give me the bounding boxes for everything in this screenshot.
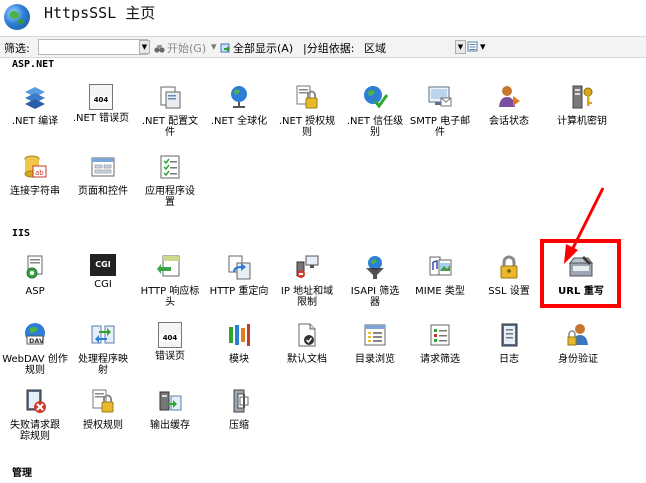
feature-logging[interactable]: 日志 xyxy=(474,322,544,365)
filter-dropdown-button[interactable]: ▼ xyxy=(139,40,150,54)
page-title: HttpsSSL 主页 xyxy=(44,4,156,22)
feature-webdav-authoring[interactable]: DAV WebDAV 创作 规则 xyxy=(0,322,70,376)
mime-types-icon xyxy=(429,256,452,276)
profile-doc-icon xyxy=(160,86,181,109)
session-user-icon xyxy=(499,86,520,107)
feature-mime-types[interactable]: MIME 类型 xyxy=(405,254,475,297)
filter-toolbar: 筛选: ▼ 开始(G) ▾ 全部显示(A) |分组依据: 区域 ▼ ▾ xyxy=(0,36,646,58)
view-icon xyxy=(467,41,478,52)
svg-text:DAV: DAV xyxy=(29,337,44,345)
filter-label: 筛选: xyxy=(4,42,30,55)
machine-key-icon xyxy=(572,85,593,109)
compilation-icon xyxy=(25,87,45,109)
ip-restrictions-icon xyxy=(296,255,319,278)
feature-net-authorization[interactable]: .NET 授权规 则 xyxy=(272,84,342,138)
feature-ip-domain-restrictions[interactable]: IP 地址和域 限制 xyxy=(272,254,342,308)
cgi-icon: CGI xyxy=(90,254,116,276)
start-filter-button[interactable]: 开始(G) xyxy=(154,40,206,56)
feature-ssl-settings[interactable]: SSL 设置 xyxy=(474,254,544,297)
logging-icon xyxy=(501,323,518,347)
connection-strings-icon: ab xyxy=(24,155,47,178)
webdav-icon: DAV xyxy=(25,323,45,345)
feature-pages-controls[interactable]: 页面和控件 xyxy=(68,154,138,197)
svg-text:ab: ab xyxy=(35,169,44,177)
auth-rules-icon xyxy=(92,389,114,413)
feature-failed-request-tracing[interactable]: 失败请求跟 踪规则 xyxy=(0,388,70,442)
group-by-label: |分组依据: xyxy=(303,42,355,55)
feature-net-profile[interactable]: .NET 配置文 件 xyxy=(135,84,205,138)
feature-connection-strings[interactable]: ab 连接字符串 xyxy=(0,154,70,197)
modules-icon xyxy=(229,324,250,346)
feature-net-globalization[interactable]: .NET 全球化 xyxy=(204,84,274,127)
group-by-dropdown-button[interactable]: ▼ xyxy=(455,40,466,54)
ssl-lock-icon xyxy=(500,255,518,279)
asp-icon xyxy=(26,255,43,279)
show-all-button[interactable]: 全部显示(A) xyxy=(220,40,293,56)
show-all-icon xyxy=(220,43,230,53)
failed-request-icon xyxy=(26,389,46,413)
feature-asp[interactable]: ASP xyxy=(0,254,70,297)
feature-machine-key[interactable]: 计算机密钥 xyxy=(547,84,617,127)
trust-globe-icon xyxy=(364,86,389,109)
feature-authentication[interactable]: 身份验证 xyxy=(543,322,613,365)
feature-app-settings[interactable]: 应用程序设 置 xyxy=(135,154,205,208)
response-headers-icon xyxy=(157,255,180,277)
section-aspnet-heading: ASP.NET xyxy=(12,59,55,70)
feature-net-error-pages[interactable]: 404 .NET 错误页 xyxy=(66,84,136,124)
output-cache-icon xyxy=(159,391,182,411)
feature-http-response-headers[interactable]: HTTP 响应标 头 xyxy=(135,254,205,308)
isapi-filter-icon xyxy=(366,256,384,279)
feature-session-state[interactable]: 会话状态 xyxy=(474,84,544,127)
feature-cgi[interactable]: CGI CGI xyxy=(68,254,138,290)
default-document-icon xyxy=(298,323,316,347)
binoculars-icon xyxy=(154,45,165,53)
feature-authorization-rules[interactable]: 授权规则 xyxy=(68,388,138,431)
start-dropdown-arrow[interactable]: ▾ xyxy=(211,40,217,53)
error-page-icon: 404 xyxy=(89,84,113,110)
authentication-icon xyxy=(567,324,588,346)
highlight-box xyxy=(540,239,621,308)
compression-clamp-icon xyxy=(233,389,249,413)
filter-input[interactable] xyxy=(38,39,148,55)
directory-browsing-icon xyxy=(364,324,386,346)
feature-net-compilation[interactable]: .NET 编译 xyxy=(0,84,70,127)
view-toggle-button[interactable]: ▾ xyxy=(467,40,486,53)
handler-mappings-icon xyxy=(91,325,115,344)
section-iis-heading: IIS xyxy=(12,228,31,239)
feature-net-trust-levels[interactable]: .NET 信任级 别 xyxy=(340,84,410,138)
feature-request-filtering[interactable]: 请求筛选 xyxy=(405,322,475,365)
request-filtering-icon xyxy=(430,324,450,346)
globe-stand-icon xyxy=(231,86,247,108)
feature-output-caching[interactable]: 输出缓存 xyxy=(135,388,205,431)
redirect-icon xyxy=(228,255,251,280)
section-manage-heading: 管理 xyxy=(12,468,32,479)
feature-directory-browsing[interactable]: 目录浏览 xyxy=(340,322,410,365)
feature-compression[interactable]: 压缩 xyxy=(204,388,274,431)
feature-modules[interactable]: 模块 xyxy=(204,322,274,365)
feature-smtp-email[interactable]: SMTP 电子邮 件 xyxy=(405,84,475,138)
start-filter-label: 开始(G) xyxy=(167,42,207,55)
group-by-value[interactable]: 区域 xyxy=(364,40,386,56)
feature-handler-mappings[interactable]: 处理程序映 射 xyxy=(68,322,138,376)
feature-error-pages[interactable]: 404 错误页 xyxy=(135,322,205,362)
page-header: HttpsSSL 主页 xyxy=(0,0,646,36)
globe-icon xyxy=(4,4,30,30)
app-settings-icon xyxy=(160,155,180,179)
pages-controls-icon xyxy=(91,157,115,177)
feature-http-redirect[interactable]: HTTP 重定向 xyxy=(204,254,274,297)
auth-rules-icon xyxy=(296,85,318,109)
feature-isapi-filters[interactable]: ISAPI 筛选 器 xyxy=(340,254,410,308)
show-all-label: 全部显示(A) xyxy=(233,42,294,55)
feature-default-document[interactable]: 默认文档 xyxy=(272,322,342,365)
error-page-icon: 404 xyxy=(158,322,182,348)
smtp-mail-icon xyxy=(428,86,452,107)
